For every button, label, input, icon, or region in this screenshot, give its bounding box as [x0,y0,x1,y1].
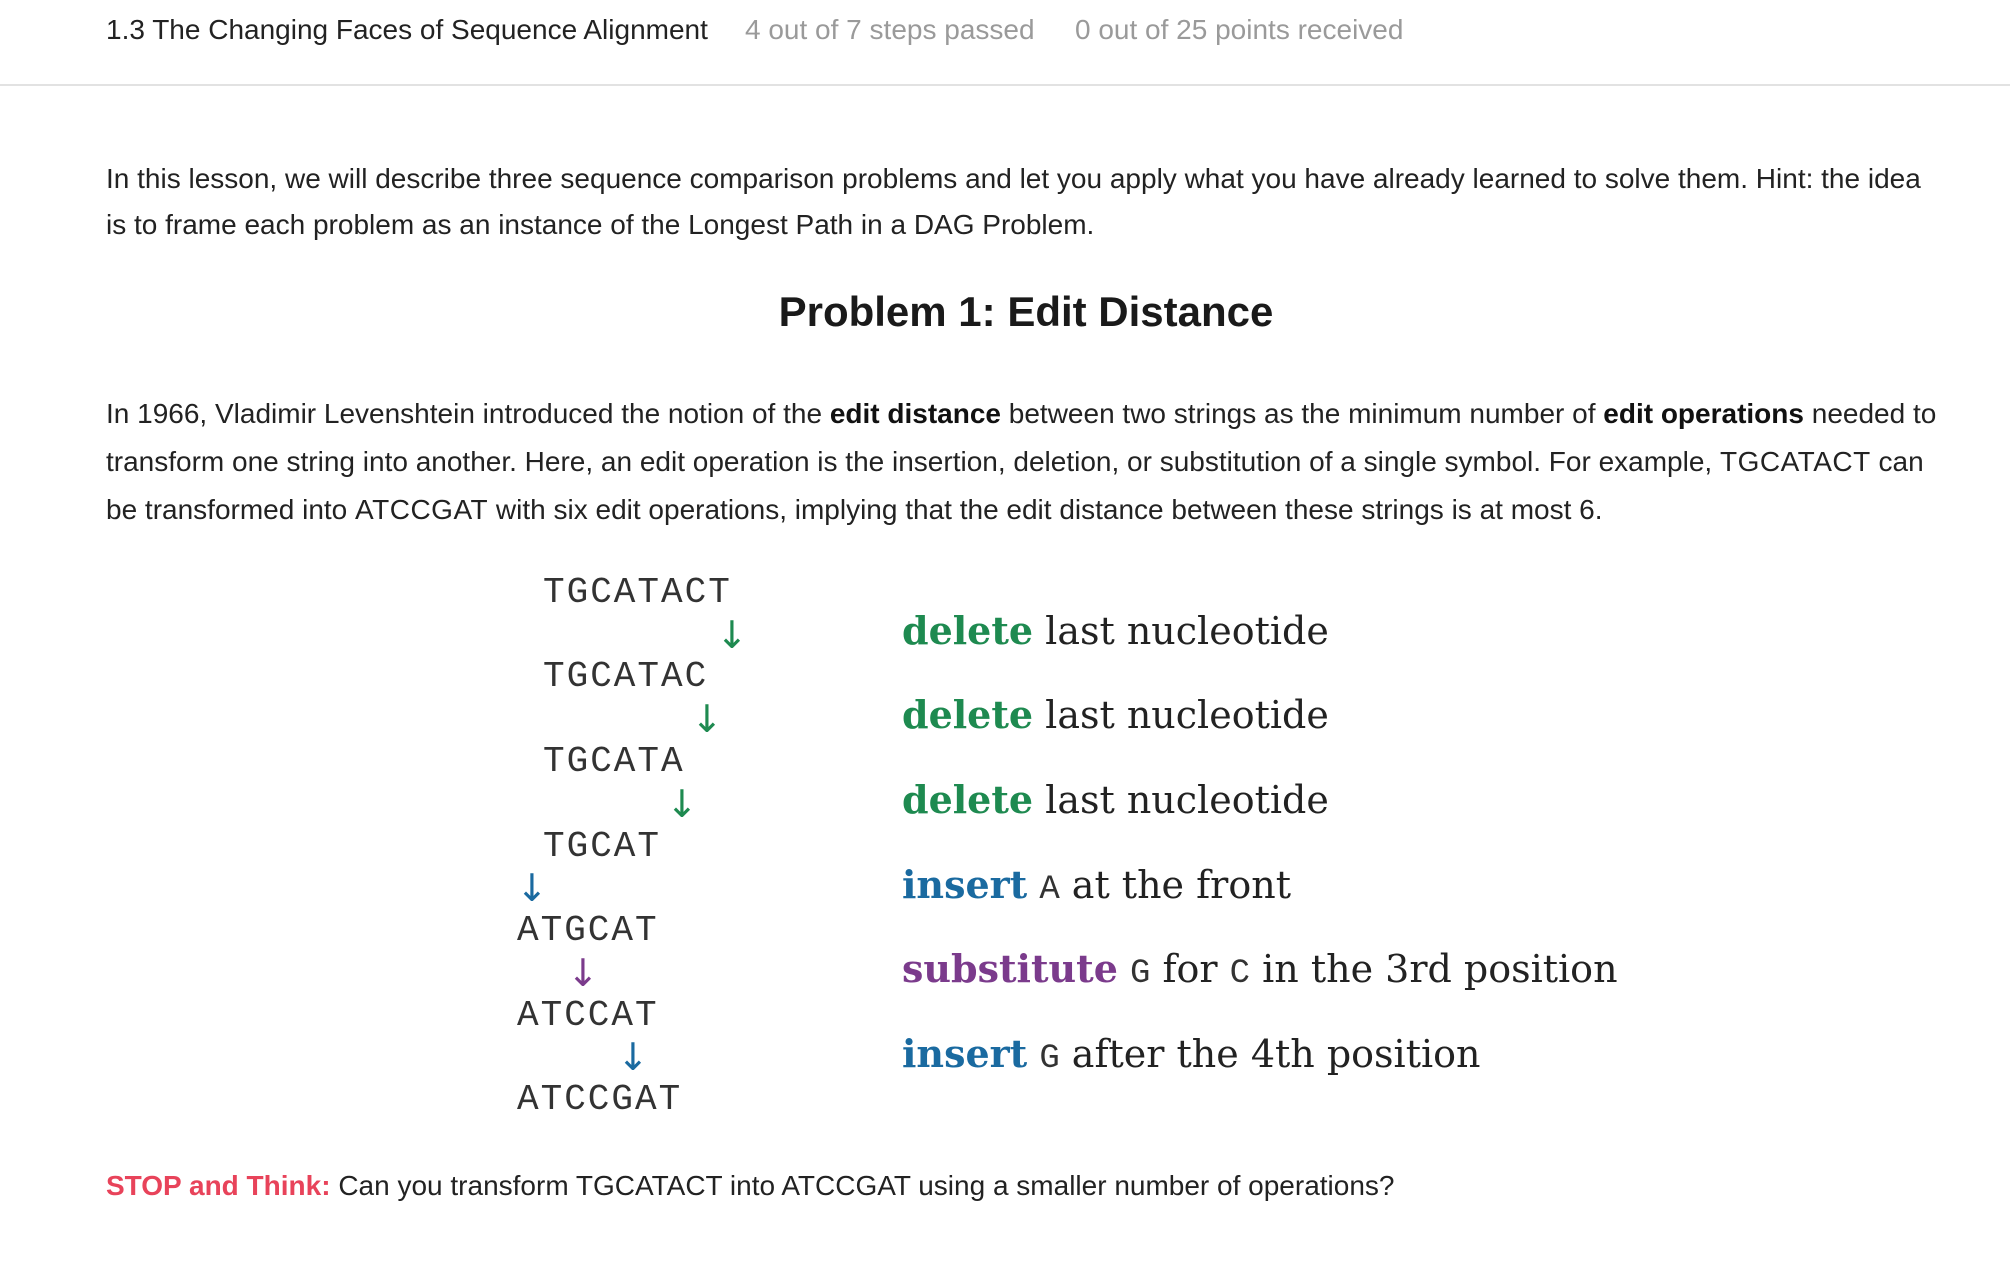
arrow-down-icon: ↓ [716,613,748,657]
paragraph-text: with six edit operations, implying that … [488,494,1603,525]
paragraph-text: In 1966, Vladimir Levenshtein introduced… [106,398,830,429]
sequence-step-1: TGCATACT [543,572,732,613]
operation-1: delete last nucleotide [902,608,1329,653]
sequence-step-4: TGCAT [543,826,662,867]
term-edit-distance: edit distance [829,398,1001,429]
operation-nucleotide: C [1229,955,1251,993]
operation-nucleotide: A [1039,871,1060,909]
operation-text: for [1150,947,1230,991]
operation-verb: delete [902,692,1034,737]
operation-2: delete last nucleotide [902,692,1329,737]
question-text: into [722,1170,782,1201]
question-text: using a smaller number of operations? [910,1170,1395,1201]
operation-text: last nucleotide [1033,609,1329,653]
operation-text: last nucleotide [1033,693,1329,737]
operation-nucleotide: G [1129,955,1151,993]
sequence-step-6: ATCCAT [517,995,659,1036]
operation-verb: insert [902,862,1028,907]
operation-text: after the 4th position [1059,1032,1481,1076]
problem-heading: Problem 1: Edit Distance [778,288,1274,335]
sequence-source: TGCATACT [1719,446,1871,477]
sequence-step-7: ATCCGAT [517,1079,683,1120]
lesson-title[interactable]: 1.3 The Changing Faces of Sequence Align… [106,14,708,46]
lesson-header: 1.3 The Changing Faces of Sequence Align… [0,0,2010,86]
operation-verb: insert [902,1031,1028,1076]
sequence-step-3: TGCATA [543,741,685,782]
operation-verb: delete [902,777,1034,822]
stop-label: STOP and Think: [106,1170,331,1201]
sequence-target: ATCCGAT [355,494,489,525]
arrow-down-icon: ↓ [691,697,723,741]
operation-5: substitute G for C in the 3rd position [902,946,1618,993]
sequence-step-5: ATGCAT [517,910,659,951]
operation-3: delete last nucleotide [902,777,1329,822]
term-edit-operations: edit operations [1603,398,1804,429]
operation-4: insert A at the front [902,862,1291,909]
operation-verb: delete [902,608,1034,653]
operation-verb: substitute [902,946,1118,991]
arrow-down-icon: ↓ [617,1035,649,1079]
operation-text: last nucleotide [1033,778,1329,822]
stop-and-think: STOP and Think: Can you transform TGCATA… [106,1170,1395,1202]
edit-distance-paragraph: In 1966, Vladimir Levenshtein introduced… [106,390,1946,534]
question-seq: ATCCGAT [781,1170,911,1201]
question-text: Can you transform [330,1170,576,1201]
steps-progress: 4 out of 7 steps passed [745,14,1035,45]
operation-nucleotide: G [1039,1040,1060,1078]
question-seq: TGCATACT [575,1170,723,1201]
sequence-step-2: TGCATAC [543,656,709,697]
operation-text: at the front [1059,863,1291,907]
operation-text: in the 3rd position [1250,947,1618,991]
paragraph-text: between two strings as the minimum numbe… [1001,398,1604,429]
operation-6: insert G after the 4th position [902,1031,1480,1078]
points-progress: 0 out of 25 points received [1075,14,1404,45]
arrow-down-icon: ↓ [666,782,698,826]
arrow-down-icon: ↓ [516,866,548,910]
arrow-down-icon: ↓ [567,951,599,995]
intro-paragraph: In this lesson, we will describe three s… [106,163,1921,240]
